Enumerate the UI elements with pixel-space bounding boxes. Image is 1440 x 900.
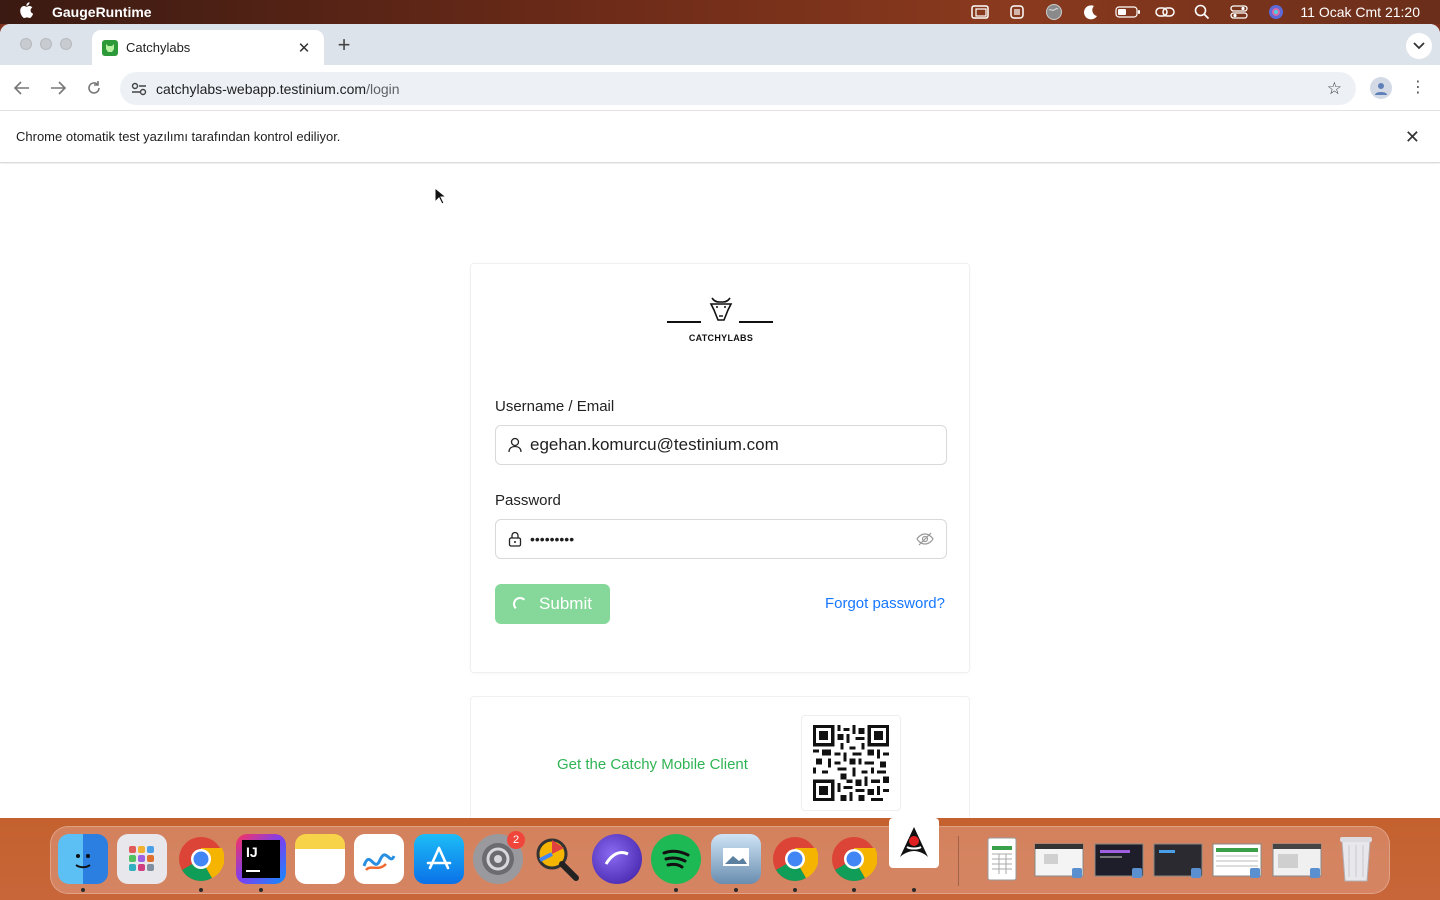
login-card: CATCHYLABS Username / Email egehan.komur…	[470, 263, 970, 673]
chrome-second-icon[interactable]	[770, 834, 820, 884]
launchpad-icon[interactable]	[117, 834, 167, 884]
minimized-window-2-icon[interactable]	[1094, 834, 1144, 884]
preview-running-dot	[734, 888, 738, 892]
notes-icon[interactable]	[295, 834, 345, 884]
menubar-clock[interactable]: 11 Ocak Cmt 21:20	[1300, 4, 1420, 20]
trash-icon[interactable]	[1331, 834, 1381, 884]
username-value: egehan.komurcu@testinium.com	[530, 435, 779, 454]
battery-icon[interactable]	[1109, 0, 1146, 24]
dock-separator	[958, 836, 959, 886]
loading-spinner-icon	[513, 597, 528, 611]
eye-invisible-icon[interactable]	[916, 532, 934, 546]
spotify-icon[interactable]	[651, 834, 701, 884]
url-path: /login	[366, 80, 400, 97]
new-tab-button[interactable]: +	[334, 32, 354, 58]
chrome-second-running-dot	[793, 888, 797, 892]
mobile-client-link[interactable]: Get the Catchy Mobile Client	[557, 756, 748, 773]
tab-close-icon[interactable]: ✕	[294, 39, 314, 57]
forgot-password-link[interactable]: Forgot password?	[825, 595, 945, 612]
menubar-app-name[interactable]: GaugeRuntime	[52, 4, 152, 20]
address-bar[interactable]: catchylabs-webapp.testinium.com/login ☆	[120, 72, 1356, 105]
minimized-window-3-icon[interactable]	[1153, 834, 1203, 884]
catchylabs-logo: CATCHYLABS	[667, 294, 775, 344]
tab-catchylabs[interactable]: Catchylabs ✕	[92, 30, 324, 65]
intellij-idea-icon[interactable]: IJ	[236, 834, 286, 884]
close-window-button[interactable]	[20, 38, 32, 50]
intellij-running-dot	[259, 888, 263, 892]
spreadsheet-document-icon[interactable]	[977, 834, 1027, 884]
tab-strip: Catchylabs ✕ +	[0, 24, 1440, 65]
preview-icon[interactable]	[711, 834, 761, 884]
browser-window: Catchylabs ✕ + catchylabs-webapp.testini…	[0, 24, 1440, 818]
siri-icon[interactable]	[1257, 0, 1294, 24]
profile-avatar-icon[interactable]	[1370, 77, 1392, 99]
maximize-window-button[interactable]	[60, 38, 72, 50]
link-chain-icon[interactable]	[1146, 0, 1183, 24]
java-duke-icon[interactable]	[889, 818, 939, 868]
password-value: •••••••••	[530, 531, 575, 547]
infobar-text: Chrome otomatik test yazılımı tarafından…	[16, 129, 341, 144]
finder-running-dot	[81, 888, 85, 892]
infobar-close-icon[interactable]: ✕	[1405, 127, 1420, 148]
qr-code-icon	[813, 725, 889, 801]
back-arrow-icon[interactable]	[10, 76, 34, 100]
forward-arrow-icon[interactable]	[46, 76, 70, 100]
shield-status-icon[interactable]	[998, 0, 1035, 24]
username-label: Username / Email	[495, 398, 615, 415]
app-store-icon[interactable]	[414, 834, 464, 884]
chrome-testing-icon[interactable]	[829, 834, 879, 884]
globe-vpn-icon[interactable]	[1035, 0, 1072, 24]
spotify-running-dot	[674, 888, 678, 892]
chrome-icon[interactable]	[176, 834, 226, 884]
screen-mirror-icon[interactable]	[961, 0, 998, 24]
window-controls	[20, 38, 72, 50]
site-info-tune-icon[interactable]	[122, 82, 156, 96]
username-field[interactable]: egehan.komurcu@testinium.com	[495, 425, 947, 465]
freeform-icon[interactable]	[354, 834, 404, 884]
page-content: CATCHYLABS Username / Email egehan.komur…	[0, 164, 1440, 818]
reload-icon[interactable]	[82, 76, 106, 100]
browser-toolbar: catchylabs-webapp.testinium.com/login ☆ …	[0, 65, 1440, 111]
mobile-client-card: Get the Catchy Mobile Client	[470, 696, 970, 818]
automation-infobar: Chrome otomatik test yazılımı tarafından…	[0, 111, 1440, 163]
bookmark-star-icon[interactable]: ☆	[1327, 79, 1342, 99]
url-host: catchylabs-webapp.testinium.com	[156, 80, 367, 97]
goat-logo-icon	[667, 297, 773, 323]
submit-label: Submit	[539, 594, 592, 613]
spotlight-search-icon[interactable]	[1183, 0, 1220, 24]
tab-search-chevron-icon[interactable]	[1406, 33, 1432, 59]
arc-browser-icon[interactable]	[592, 834, 642, 884]
java-running-dot	[912, 888, 916, 892]
password-field[interactable]: •••••••••	[495, 519, 947, 559]
apple-menu-icon[interactable]	[0, 2, 52, 22]
catchylabs-favicon-icon	[102, 39, 118, 56]
password-label: Password	[495, 492, 561, 509]
mouse-cursor-icon	[434, 186, 448, 210]
submit-button[interactable]: Submit	[495, 584, 610, 624]
browser-menu-icon[interactable]: ⋮	[1410, 77, 1426, 99]
minimized-window-5-icon[interactable]	[1272, 834, 1322, 884]
user-icon	[508, 437, 522, 453]
control-center-icon[interactable]	[1220, 0, 1257, 24]
tab-title: Catchylabs	[126, 40, 191, 55]
logo-wordmark: CATCHYLABS	[688, 333, 754, 343]
focus-moon-icon[interactable]	[1072, 0, 1109, 24]
chrome-testing-running-dot	[852, 888, 856, 892]
disk-utility-magnifier-icon[interactable]	[532, 834, 582, 884]
macos-menubar: GaugeRuntime 11 Ocak Cmt 21:20	[0, 0, 1440, 24]
minimized-window-4-icon[interactable]	[1212, 834, 1262, 884]
chrome-running-dot	[199, 888, 203, 892]
qr-code	[801, 715, 901, 811]
minimize-window-button[interactable]	[40, 38, 52, 50]
settings-badge: 2	[507, 831, 525, 849]
minimized-window-1-icon[interactable]	[1034, 834, 1084, 884]
finder-icon[interactable]	[58, 834, 108, 884]
lock-icon	[508, 531, 522, 547]
